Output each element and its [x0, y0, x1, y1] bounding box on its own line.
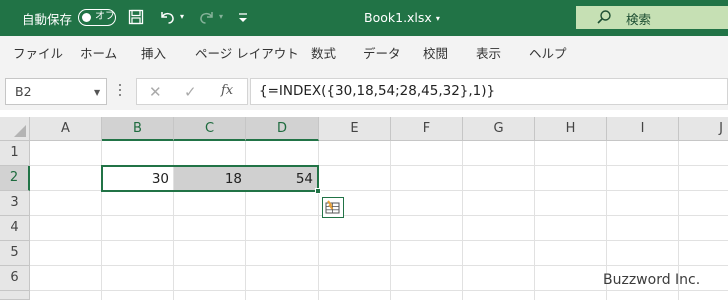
column-header-f[interactable]: F [391, 117, 463, 141]
row-header-5[interactable]: 5 [0, 241, 30, 266]
title-bar: 自動保存 オフ ▾ ▾ Book1.xlsx ▾ 検索 [0, 0, 728, 36]
search-box[interactable]: 検索 [576, 6, 728, 29]
column-header-b[interactable]: B [102, 117, 174, 141]
redo-icon[interactable] [196, 6, 218, 28]
formula-text: {=INDEX({30,18,54;28,45,32},1)} [259, 83, 496, 99]
ribbon-collapsed-area [0, 66, 728, 74]
tab-data[interactable]: データ [363, 43, 401, 62]
tab-help[interactable]: ヘルプ [529, 43, 567, 62]
tab-home[interactable]: ホーム [80, 43, 117, 62]
column-header-e[interactable]: E [319, 117, 391, 141]
gridline [30, 215, 728, 216]
customize-toolbar-icon[interactable] [232, 6, 254, 28]
tab-view[interactable]: 表示 [476, 43, 501, 62]
column-header-a[interactable]: A [30, 117, 102, 141]
column-header-i[interactable]: I [607, 117, 679, 141]
autosave-state: オフ [95, 11, 115, 22]
undo-icon[interactable] [156, 6, 178, 28]
redo-dropdown-icon[interactable]: ▾ [219, 12, 223, 21]
file-name: Book1.xlsx [364, 10, 432, 25]
toggle-knob [82, 12, 91, 22]
watermark: Buzzword Inc. [603, 272, 701, 288]
quick-analysis-icon[interactable] [322, 197, 344, 218]
chevron-down-icon: ▾ [435, 14, 440, 23]
selection-range [101, 165, 319, 192]
autosave-label: 自動保存 [22, 12, 73, 27]
gridline [30, 240, 728, 241]
formula-bar-resize-handle[interactable] [119, 84, 122, 98]
enter-icon[interactable]: ✓ [184, 83, 197, 101]
cancel-icon[interactable]: ✕ [149, 83, 162, 101]
search-icon [596, 9, 612, 29]
gridline [30, 290, 728, 291]
undo-dropdown-icon[interactable]: ▾ [180, 12, 184, 21]
formula-input[interactable]: {=INDEX({30,18,54;28,45,32},1)} [250, 78, 728, 105]
column-header-g[interactable]: G [463, 117, 535, 141]
row-header-6[interactable]: 6 [0, 266, 30, 291]
autosave-toggle[interactable]: オフ [78, 9, 116, 26]
gridline [30, 265, 728, 266]
tab-review[interactable]: 校閲 [423, 43, 448, 62]
select-all-triangle [14, 125, 26, 137]
row-header-2[interactable]: 2 [0, 166, 30, 191]
select-all-button[interactable] [0, 117, 30, 141]
tab-file[interactable]: ファイル [13, 43, 63, 62]
chevron-down-icon[interactable]: ▼ [94, 88, 100, 97]
name-box[interactable]: B2 ▼ [5, 78, 107, 105]
row-header-1[interactable]: 1 [0, 141, 30, 166]
ribbon-tabs: ファイル ホーム 挿入 ページ レイアウト 数式 データ 校閲 表示 ヘルプ [0, 36, 728, 66]
tab-insert[interactable]: 挿入 [141, 43, 166, 62]
tab-page-layout[interactable]: ページ レイアウト [195, 43, 299, 62]
formula-controls: ✕ ✓ fx [136, 78, 248, 105]
column-header-j[interactable]: J [679, 117, 728, 141]
insert-function-icon[interactable]: fx [221, 83, 233, 98]
tab-formulas[interactable]: 数式 [311, 43, 336, 62]
row-header-3[interactable]: 3 [0, 191, 30, 216]
column-header-h[interactable]: H [535, 117, 607, 141]
document-title[interactable]: Book1.xlsx ▾ [364, 10, 440, 25]
row-header-7[interactable] [0, 291, 30, 300]
row-header-4[interactable]: 4 [0, 216, 30, 241]
fill-handle[interactable] [315, 188, 321, 194]
column-header-c[interactable]: C [174, 117, 246, 141]
save-icon[interactable] [125, 6, 147, 28]
name-box-value: B2 [15, 84, 32, 99]
column-header-d[interactable]: D [246, 117, 319, 141]
search-label: 検索 [626, 12, 652, 27]
